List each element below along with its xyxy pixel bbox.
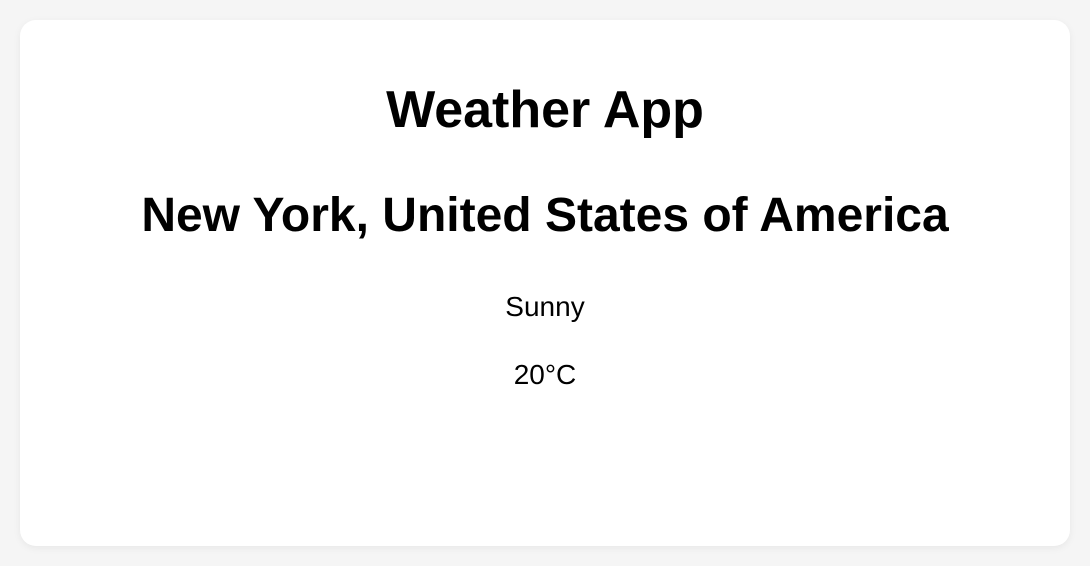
condition-text: Sunny (505, 291, 584, 323)
location-text: New York, United States of America (141, 188, 948, 243)
app-title: Weather App (386, 80, 704, 140)
temperature-text: 20°C (514, 359, 577, 391)
weather-card: Weather App New York, United States of A… (20, 20, 1070, 546)
